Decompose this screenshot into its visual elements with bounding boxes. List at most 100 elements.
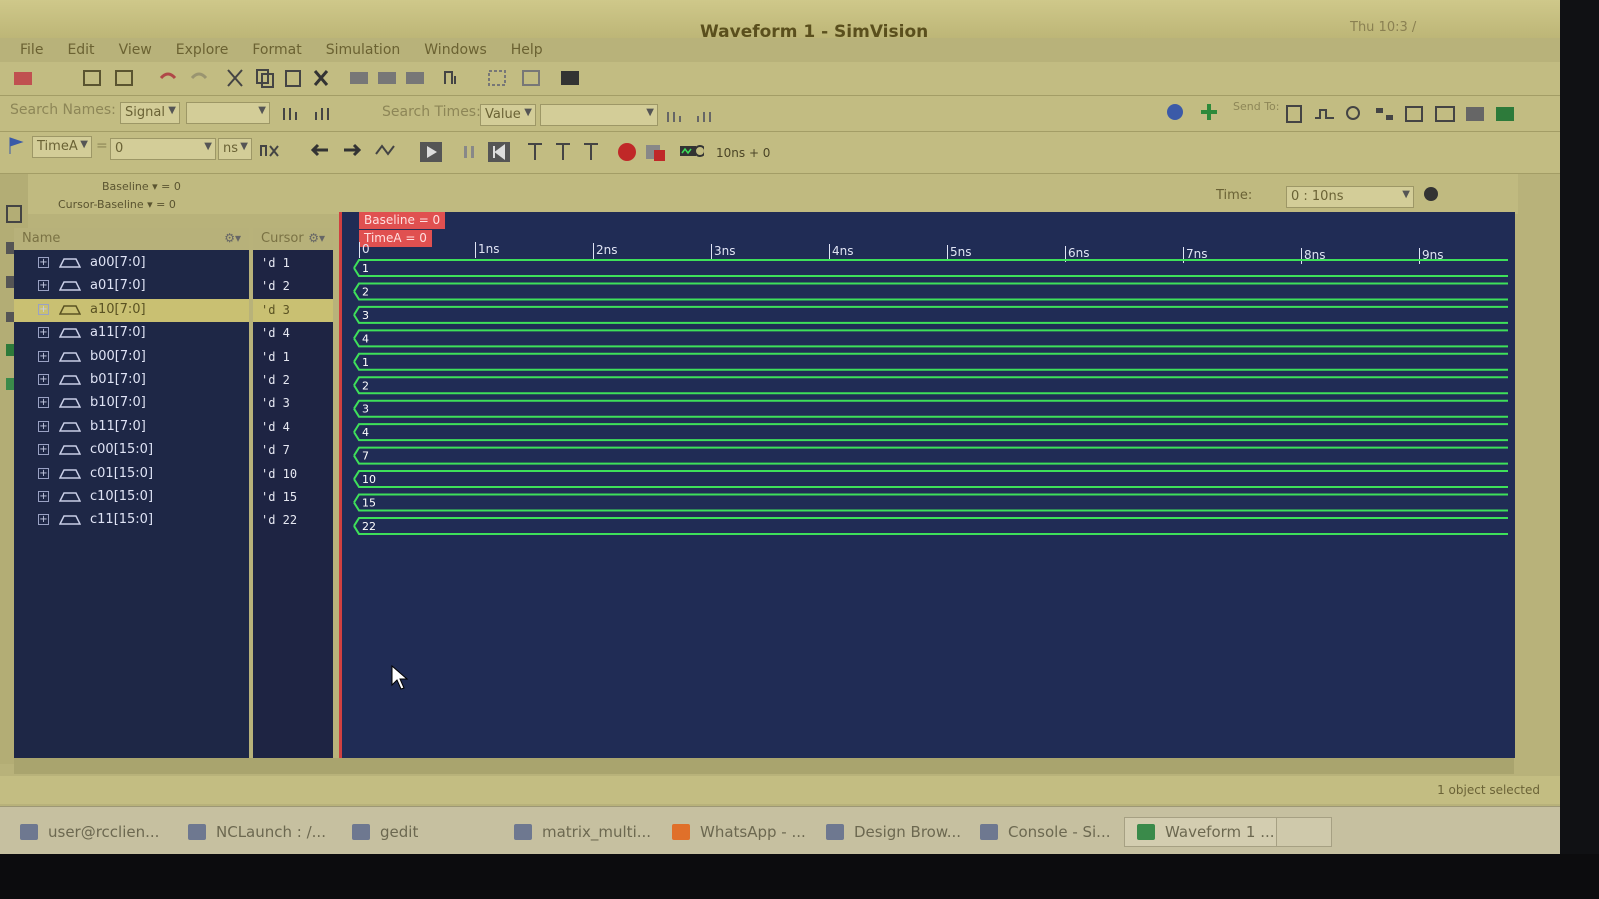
design-browser-icon[interactable]: [4, 204, 24, 224]
step-icon[interactable]: [522, 140, 548, 164]
expand-icon[interactable]: +: [38, 491, 49, 502]
menu-windows[interactable]: Windows: [412, 38, 499, 64]
copy-window-icon[interactable]: [112, 66, 138, 90]
baseline-readout[interactable]: Baseline ▾ = 0: [102, 180, 181, 193]
undo-icon[interactable]: [155, 66, 181, 90]
waveform-trace[interactable]: 1: [353, 352, 1508, 371]
menu-explore[interactable]: Explore: [164, 38, 241, 64]
signal-row[interactable]: + b01[7:0]: [14, 369, 249, 392]
send-to-design-browser-icon[interactable]: [1282, 102, 1308, 126]
stop-record-icon[interactable]: [642, 140, 668, 164]
expand-icon[interactable]: +: [38, 303, 49, 315]
waveform-trace[interactable]: 22: [353, 516, 1508, 535]
expand-icon[interactable]: +: [38, 280, 49, 292]
waveform-trace[interactable]: 3: [353, 399, 1508, 418]
time-unit-select[interactable]: ns ▼: [218, 138, 252, 160]
step-out-icon[interactable]: [578, 140, 604, 164]
send-to-table-icon[interactable]: [1432, 102, 1458, 126]
send-to-target-icon[interactable]: [1162, 100, 1188, 124]
delete-icon[interactable]: [308, 66, 334, 90]
taskbar-item[interactable]: matrix_multi...: [512, 817, 651, 847]
bus-waveform[interactable]: [353, 446, 1508, 465]
search-times-type-select[interactable]: Value ▼: [480, 104, 536, 126]
next-value-icon[interactable]: [372, 138, 398, 162]
expand-icon[interactable]: +: [38, 420, 49, 432]
signal-row[interactable]: + a11[7:0]: [14, 322, 249, 345]
expand-icon[interactable]: +: [38, 374, 49, 385]
taskbar-empty-slot[interactable]: [1276, 817, 1332, 847]
menu-view[interactable]: View: [107, 38, 164, 64]
send-to-waveform-icon[interactable]: [1312, 102, 1338, 126]
display-icon[interactable]: [558, 66, 584, 90]
menu-simulation[interactable]: Simulation: [314, 38, 413, 64]
marker-flag-icon[interactable]: [4, 134, 30, 158]
gear-icon[interactable]: ⚙▾: [308, 231, 325, 245]
expand-icon[interactable]: +: [38, 467, 49, 479]
gear-icon[interactable]: ⚙▾: [224, 231, 241, 245]
copy-icon[interactable]: [252, 66, 278, 90]
new-window-icon[interactable]: [80, 66, 106, 90]
expand-icon[interactable]: +: [38, 397, 49, 409]
time-range-input[interactable]: 0 : 10ns ▼: [1286, 186, 1414, 208]
menu-format[interactable]: Format: [240, 38, 313, 64]
search-names-forward-icon[interactable]: [278, 102, 304, 126]
step-into-icon[interactable]: [550, 140, 576, 164]
run-icon[interactable]: [418, 140, 444, 164]
rewind-icon[interactable]: [486, 140, 512, 164]
signal-row[interactable]: + a01[7:0]: [14, 275, 249, 298]
zoom-icon[interactable]: [518, 66, 544, 90]
redo-icon[interactable]: [186, 66, 212, 90]
bus-waveform[interactable]: [353, 352, 1508, 371]
expand-icon[interactable]: +: [38, 444, 49, 456]
search-times-back-icon[interactable]: [692, 104, 718, 128]
bus-waveform[interactable]: [353, 470, 1508, 489]
next-edge-icon[interactable]: [338, 138, 364, 162]
bus-waveform[interactable]: [353, 376, 1508, 395]
send-to-memory-icon[interactable]: [1462, 102, 1488, 126]
signal-row[interactable]: + b11[7:0]: [14, 416, 249, 439]
bus-waveform[interactable]: [353, 259, 1508, 277]
search-times-input[interactable]: ▼: [540, 104, 658, 126]
send-to-source-browser-icon[interactable]: [1342, 102, 1368, 126]
signal-row[interactable]: + c11[15:0]: [14, 509, 249, 532]
pause-icon[interactable]: [456, 140, 482, 164]
record-icon[interactable]: [614, 140, 640, 164]
horizontal-scrollbar[interactable]: [14, 758, 1514, 774]
open-icon[interactable]: [10, 66, 36, 90]
delete-marker-icon[interactable]: [256, 138, 282, 162]
bus-waveform[interactable]: [353, 282, 1508, 301]
bus-waveform[interactable]: [353, 305, 1508, 324]
waveform-trace[interactable]: 2: [353, 282, 1508, 301]
waveform-trace[interactable]: 4: [353, 423, 1508, 442]
waveform-trace[interactable]: 15: [353, 493, 1508, 512]
cursor-header[interactable]: Cursor ⚙▾: [253, 228, 333, 250]
menu-edit[interactable]: Edit: [55, 38, 106, 64]
signal-row[interactable]: + a10[7:0]: [14, 298, 249, 322]
taskbar-item[interactable]: Console - Si...: [978, 817, 1111, 847]
bus-waveform[interactable]: [353, 493, 1508, 512]
expand-icon[interactable]: +: [38, 350, 49, 362]
names-header[interactable]: Name ⚙▾: [14, 228, 249, 250]
waveform-trace[interactable]: 3: [353, 305, 1508, 324]
paste-icon[interactable]: [280, 66, 306, 90]
taskbar-item[interactable]: NCLaunch : /...: [186, 817, 326, 847]
signal-row[interactable]: + c01[15:0]: [14, 463, 249, 486]
taskbar-item[interactable]: gedit: [350, 817, 418, 847]
signal-tool-icon[interactable]: [374, 66, 400, 90]
waveform-panel[interactable]: Baseline = 0 TimeA = 0 0 1ns 2ns 3ns 4ns 5ns 6…: [339, 212, 1515, 758]
bus-icon[interactable]: [440, 66, 466, 90]
signal-row[interactable]: + c00[15:0]: [14, 439, 249, 462]
bus-waveform[interactable]: [353, 516, 1508, 535]
baseline-marker-label[interactable]: Baseline = 0: [359, 212, 446, 229]
signal-tool-icon[interactable]: [402, 66, 428, 90]
taskbar-item[interactable]: WhatsApp - ...: [670, 817, 806, 847]
expand-icon[interactable]: +: [38, 514, 49, 526]
waveform-traces[interactable]: 1 2 3 4 1 2 3 4 7 10 15 22: [342, 256, 1515, 556]
marker-select[interactable]: TimeA ▼: [32, 136, 92, 158]
menu-help[interactable]: Help: [499, 38, 555, 64]
waveform-trace[interactable]: 7: [353, 446, 1508, 465]
expand-icon[interactable]: +: [38, 257, 49, 268]
menu-file[interactable]: File: [8, 38, 55, 64]
signal-row[interactable]: + b10[7:0]: [14, 392, 249, 415]
send-to-schematic-icon[interactable]: [1372, 102, 1398, 126]
